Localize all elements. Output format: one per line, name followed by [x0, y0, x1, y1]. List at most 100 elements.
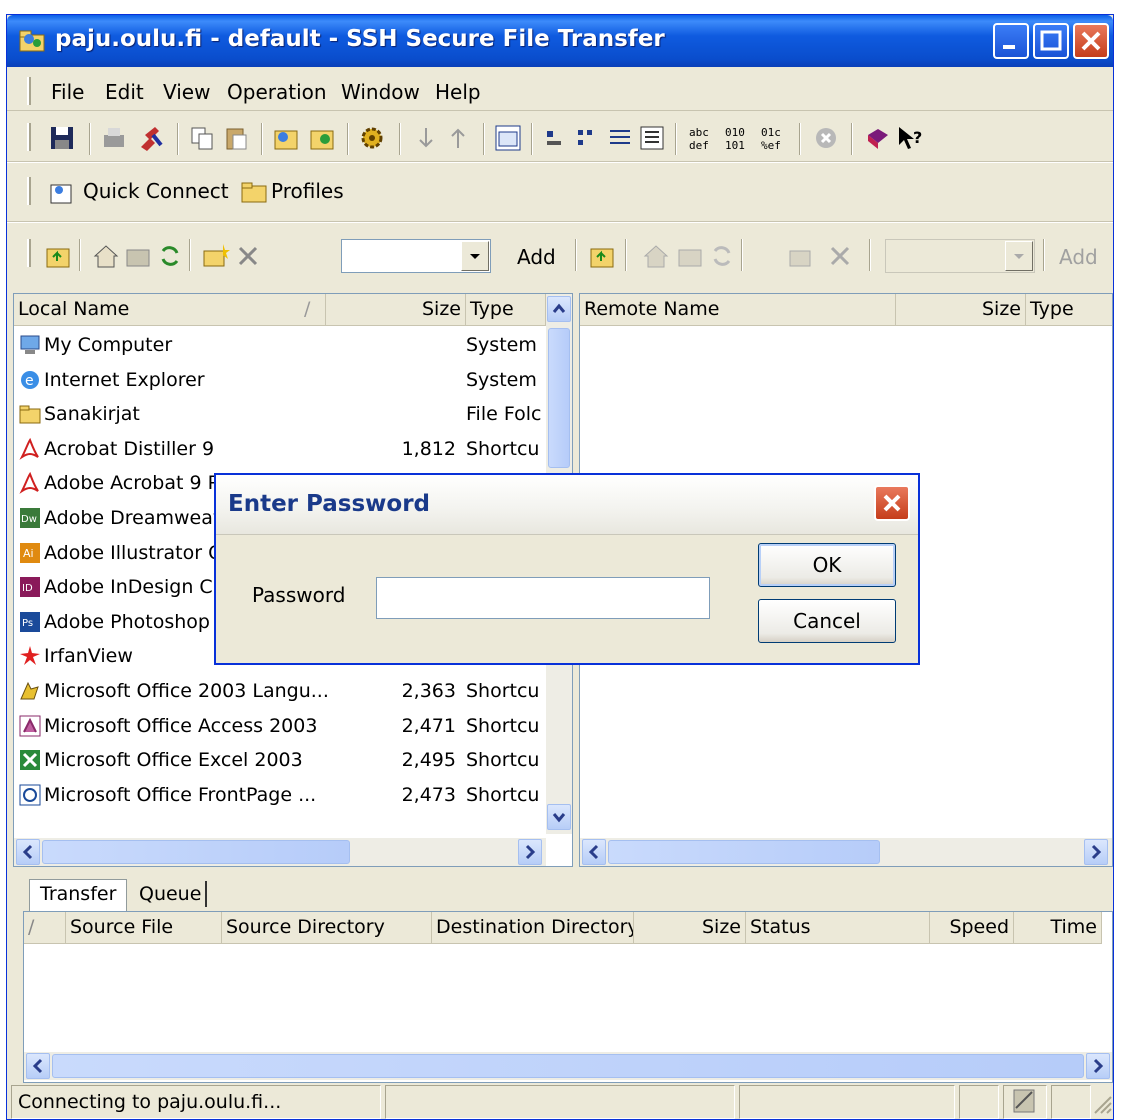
- size-header[interactable]: Size: [634, 912, 746, 944]
- local-toolbar-grip[interactable]: [27, 239, 31, 267]
- small-icons-icon[interactable]: [573, 123, 603, 153]
- local-path-combo[interactable]: [341, 239, 491, 273]
- remote-delete-icon[interactable]: [825, 241, 855, 271]
- profiles-folder-icon[interactable]: [239, 177, 269, 207]
- remote-type-header[interactable]: Type: [1026, 294, 1112, 326]
- menu-file[interactable]: File: [51, 80, 84, 104]
- menu-view[interactable]: View: [163, 80, 210, 104]
- disconnect-icon[interactable]: [135, 123, 165, 153]
- password-input[interactable]: [376, 577, 710, 619]
- remote-name-header[interactable]: Remote Name: [580, 294, 896, 326]
- remote-new-folder-icon[interactable]: [787, 241, 817, 271]
- minimize-button[interactable]: [993, 23, 1029, 59]
- scroll-down-button[interactable]: [547, 804, 571, 830]
- close-button[interactable]: [1073, 23, 1109, 59]
- tab-queue[interactable]: Queue: [139, 883, 201, 905]
- new-file-transfer-icon[interactable]: [307, 123, 337, 153]
- ascii-mode-icon[interactable]: 01c%ef: [759, 123, 789, 153]
- paste-icon[interactable]: [221, 123, 251, 153]
- table-row[interactable]: Microsoft Office 2003 Langu... 2,363 Short…: [14, 674, 572, 708]
- resize-grip-icon[interactable]: [1091, 1091, 1113, 1117]
- upload-icon[interactable]: [443, 123, 473, 153]
- remote-add-button[interactable]: Add: [1059, 245, 1098, 269]
- menu-window[interactable]: Window: [341, 80, 420, 104]
- scroll-left-button[interactable]: [26, 1053, 50, 1079]
- scroll-left-button[interactable]: [16, 839, 40, 865]
- transfer-sort-header[interactable]: /: [24, 912, 66, 944]
- menu-help[interactable]: Help: [435, 80, 481, 104]
- binary-mode-icon[interactable]: 010101: [723, 123, 753, 153]
- large-icons-icon[interactable]: [541, 123, 571, 153]
- toolbar-grip[interactable]: [27, 123, 31, 151]
- scroll-right-button[interactable]: [1086, 1053, 1110, 1079]
- scroll-left-button[interactable]: [582, 839, 606, 865]
- tab-transfer[interactable]: Transfer: [29, 879, 127, 911]
- remote-window-icon[interactable]: [493, 123, 523, 153]
- remote-path-combo[interactable]: [885, 239, 1035, 273]
- menu-grip[interactable]: [27, 77, 31, 105]
- new-terminal-icon[interactable]: [271, 123, 301, 153]
- source-directory-header[interactable]: Source Directory: [222, 912, 432, 944]
- table-row[interactable]: Microsoft Office Access 2003 2,471 Shortcu: [14, 709, 572, 743]
- remote-home-icon[interactable]: [641, 241, 671, 271]
- local-new-folder-icon[interactable]: [201, 241, 231, 271]
- dialog-title-bar[interactable]: Enter Password: [216, 475, 918, 535]
- local-hscroll-thumb[interactable]: [42, 840, 350, 864]
- whats-this-icon[interactable]: ?: [895, 123, 925, 153]
- destination-directory-header[interactable]: Destination Directory: [432, 912, 634, 944]
- table-row[interactable]: My Computer System: [14, 328, 572, 362]
- details-view-icon[interactable]: [637, 123, 667, 153]
- local-horizontal-scrollbar[interactable]: [14, 838, 546, 866]
- time-header[interactable]: Time: [1014, 912, 1102, 944]
- quick-connect-button[interactable]: Quick Connect: [83, 179, 229, 203]
- remote-path-dropdown-button[interactable]: [1005, 241, 1033, 271]
- local-folder-icon[interactable]: [123, 241, 153, 271]
- cancel-button[interactable]: Cancel: [758, 599, 896, 643]
- menu-edit[interactable]: Edit: [105, 80, 144, 104]
- help-book-icon[interactable]: [863, 123, 893, 153]
- save-icon[interactable]: [47, 123, 77, 153]
- table-row[interactable]: Microsoft Office Excel 2003 2,495 Shortcu: [14, 743, 572, 777]
- scroll-right-button[interactable]: [518, 839, 542, 865]
- scroll-right-button[interactable]: [1084, 839, 1108, 865]
- local-home-icon[interactable]: [91, 241, 121, 271]
- table-row[interactable]: Sanakirjat File Folc: [14, 397, 572, 431]
- maximize-button[interactable]: [1033, 23, 1069, 59]
- remote-hscroll-thumb[interactable]: [608, 840, 880, 864]
- list-view-icon[interactable]: [605, 123, 635, 153]
- table-row[interactable]: e Internet Explorer System: [14, 363, 572, 397]
- menu-operation[interactable]: Operation: [227, 80, 327, 104]
- local-size-header[interactable]: Size: [326, 294, 466, 326]
- status-header[interactable]: Status: [746, 912, 930, 944]
- quickbar-grip[interactable]: [27, 177, 31, 205]
- source-file-header[interactable]: Source File: [66, 912, 222, 944]
- profiles-button[interactable]: Profiles: [271, 179, 344, 203]
- local-add-button[interactable]: Add: [517, 245, 556, 269]
- remote-size-header[interactable]: Size: [896, 294, 1026, 326]
- quick-connect-icon[interactable]: [47, 177, 77, 207]
- copy-icon[interactable]: [187, 123, 217, 153]
- local-name-header[interactable]: Local Name /: [14, 294, 326, 326]
- settings-icon[interactable]: [357, 123, 387, 153]
- dialog-close-button[interactable]: [874, 485, 910, 521]
- download-icon[interactable]: [411, 123, 441, 153]
- ok-button[interactable]: OK: [758, 543, 896, 587]
- local-type-header[interactable]: Type: [466, 294, 546, 326]
- transfer-hscroll-thumb[interactable]: [52, 1054, 1084, 1078]
- table-row[interactable]: Acrobat Distiller 9 1,812 Shortcu: [14, 432, 572, 466]
- scroll-up-button[interactable]: [547, 296, 571, 322]
- auto-mode-icon[interactable]: abcdef: [687, 123, 717, 153]
- title-bar[interactable]: paju.oulu.fi - default - SSH Secure File…: [7, 15, 1113, 67]
- remote-refresh-icon[interactable]: [707, 241, 737, 271]
- remote-up-folder-icon[interactable]: [587, 241, 617, 271]
- local-delete-icon[interactable]: [233, 241, 263, 271]
- print-icon[interactable]: [99, 123, 129, 153]
- table-row[interactable]: Microsoft Office FrontPage ... 2,473 Short…: [14, 778, 572, 812]
- stop-icon[interactable]: [811, 123, 841, 153]
- remote-folder-icon[interactable]: [675, 241, 705, 271]
- speed-header[interactable]: Speed: [930, 912, 1014, 944]
- local-refresh-icon[interactable]: [155, 241, 185, 271]
- local-path-dropdown-button[interactable]: [461, 241, 489, 271]
- local-vscroll-thumb[interactable]: [548, 328, 570, 468]
- local-up-folder-icon[interactable]: [43, 241, 73, 271]
